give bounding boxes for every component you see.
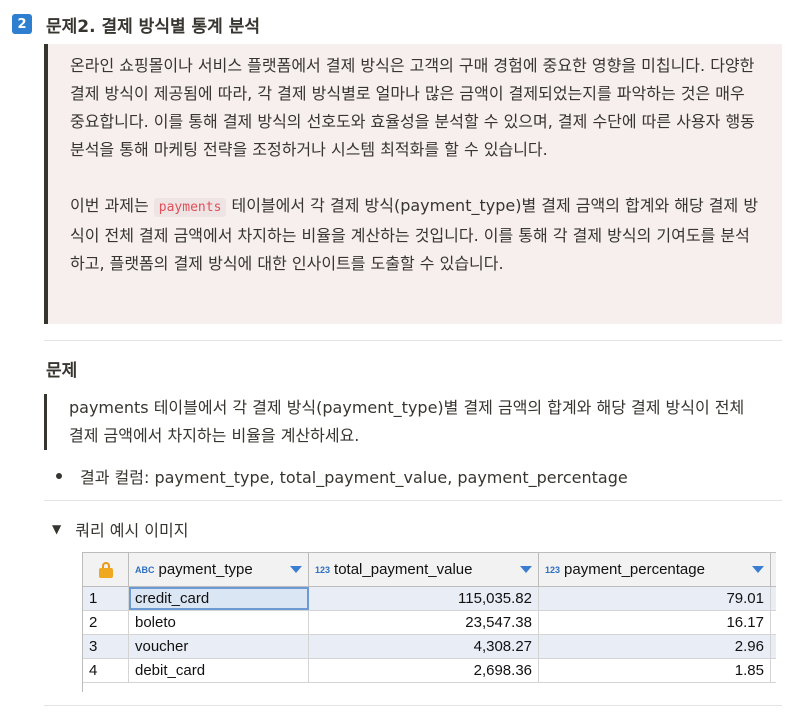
problem-heading: 문제: [46, 361, 78, 381]
intro-callout: 온라인 쇼핑몰이나 서비스 플랫폼에서 결제 방식은 고객의 구매 경험에 중요…: [44, 44, 782, 324]
inline-code: payments: [153, 198, 227, 217]
table-cell[interactable]: 1.85: [539, 659, 771, 682]
intro-paragraph-2: 이번 과제는 payments 테이블에서 각 결제 방식(payment_ty…: [70, 192, 762, 278]
bullet-text: 결과 컬럼: payment_type, total_payment_value…: [80, 468, 628, 487]
intro-paragraph-1: 온라인 쇼핑몰이나 서비스 플랫폼에서 결제 방식은 고객의 구매 경험에 중요…: [70, 56, 755, 159]
table-cell[interactable]: voucher: [129, 635, 309, 658]
table-cell[interactable]: 2.96: [539, 635, 771, 658]
table-cell[interactable]: 79.01: [539, 587, 771, 610]
query-image-toggle[interactable]: ▼ 쿼리 예시 이미지: [52, 516, 188, 542]
row-number[interactable]: 4: [83, 659, 129, 682]
result-grid: ABC payment_type 123 total_payment_value…: [82, 552, 776, 692]
table-cell[interactable]: 23,547.38: [309, 611, 539, 634]
grid-empty-area: [83, 683, 776, 697]
grid-header-row: ABC payment_type 123 total_payment_value…: [83, 553, 776, 587]
table-cell[interactable]: credit_card: [129, 587, 309, 610]
divider: [44, 705, 782, 706]
row-number[interactable]: 3: [83, 635, 129, 658]
toggle-label: 쿼리 예시 이미지: [75, 521, 189, 540]
divider: [44, 500, 782, 501]
result-columns-bullet: 결과 컬럼: payment_type, total_payment_value…: [56, 462, 628, 490]
column-header-label: total_payment_value: [334, 561, 473, 578]
section-header: 2 문제2. 결제 방식별 통계 분석: [12, 10, 260, 38]
table-cell[interactable]: 16.17: [539, 611, 771, 634]
page-title: 문제2. 결제 방식별 통계 분석: [46, 16, 261, 37]
column-header-label: payment_percentage: [564, 561, 705, 578]
table-row[interactable]: 1 credit_card 115,035.82 79.01: [83, 587, 776, 611]
row-number[interactable]: 1: [83, 587, 129, 610]
table-cell[interactable]: 115,035.82: [309, 587, 539, 610]
column-header[interactable]: 123 payment_percentage: [539, 553, 771, 586]
text-type-icon: ABC: [135, 564, 155, 575]
problem-quote: payments 테이블에서 각 결제 방식(payment_type)별 결제…: [44, 394, 764, 450]
column-header[interactable]: ABC payment_type: [129, 553, 309, 586]
problem-quote-text: payments 테이블에서 각 결제 방식(payment_type)별 결제…: [69, 398, 745, 445]
table-row[interactable]: 3 voucher 4,308.27 2.96: [83, 635, 776, 659]
table-cell[interactable]: 2,698.36: [309, 659, 539, 682]
table-cell[interactable]: boleto: [129, 611, 309, 634]
numeric-type-icon: 123: [545, 564, 561, 575]
column-header[interactable]: 123 total_payment_value: [309, 553, 539, 586]
table-cell[interactable]: debit_card: [129, 659, 309, 682]
sort-dropdown-icon[interactable]: [520, 566, 532, 573]
table-cell[interactable]: 4,308.27: [309, 635, 539, 658]
number-badge: 2: [12, 14, 32, 34]
numeric-type-icon: 123: [315, 564, 331, 575]
column-header-label: payment_type: [158, 561, 253, 578]
lock-header-cell: [83, 553, 129, 586]
lock-icon: [98, 561, 113, 578]
sort-dropdown-icon[interactable]: [290, 566, 302, 573]
row-number[interactable]: 2: [83, 611, 129, 634]
sort-dropdown-icon[interactable]: [752, 566, 764, 573]
intro-text-before: 이번 과제는: [70, 196, 154, 215]
bullet-dot: [56, 473, 62, 479]
toggle-triangle-icon[interactable]: ▼: [52, 522, 61, 536]
table-row[interactable]: 4 debit_card 2,698.36 1.85: [83, 659, 776, 683]
table-row[interactable]: 2 boleto 23,547.38 16.17: [83, 611, 776, 635]
divider: [44, 340, 782, 341]
